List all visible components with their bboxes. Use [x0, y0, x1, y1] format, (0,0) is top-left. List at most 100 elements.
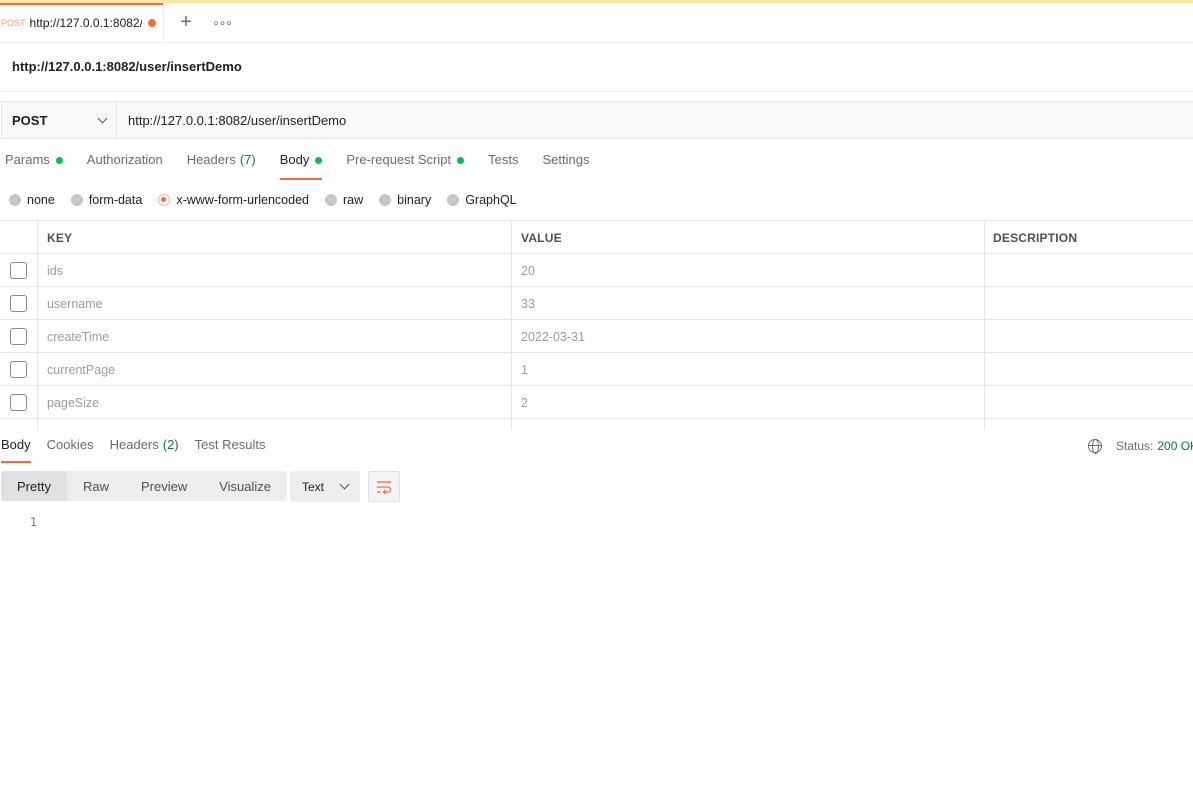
row-checkbox-cell — [0, 353, 37, 386]
radio-label: GraphQL — [465, 193, 517, 207]
format-label: Text — [302, 479, 325, 494]
tab-label: Headers — [109, 437, 159, 452]
checkbox[interactable] — [10, 328, 27, 345]
table-row: pageSize 2 — [0, 386, 1193, 419]
view-mode-raw[interactable]: Raw — [67, 471, 125, 501]
value-cell[interactable]: 20 — [511, 254, 984, 287]
request-tab-bar: POST http://127.0.0.1:8082/user/insertDe… — [0, 3, 1193, 43]
tab-authorization[interactable]: Authorization — [87, 152, 163, 180]
value-cell[interactable]: 2 — [511, 386, 984, 419]
response-status: Status: 200 OK — [1088, 439, 1193, 454]
key-cell[interactable]: createTime — [37, 320, 511, 353]
column-header-value: VALUE — [511, 221, 984, 254]
description-cell[interactable] — [984, 287, 1193, 320]
row-checkbox-cell — [0, 320, 37, 353]
description-cell[interactable] — [984, 254, 1193, 287]
key-cell[interactable]: ids — [37, 254, 511, 287]
radio-label: raw — [343, 193, 364, 207]
method-label: POST — [12, 112, 48, 128]
tab-body[interactable]: Body — [279, 152, 323, 180]
view-mode-preview[interactable]: Preview — [125, 471, 203, 501]
value-cell[interactable]: 2022-03-31 — [511, 320, 984, 353]
table-header-checkbox-cell — [0, 221, 37, 254]
tab-url: http://127.0.0.1:8082/user/insertDemo — [29, 15, 142, 30]
url-input[interactable] — [117, 102, 1193, 138]
key-cell[interactable]: currentPage — [37, 353, 511, 386]
plus-icon[interactable]: + — [166, 3, 206, 42]
format-select[interactable]: Text — [290, 471, 360, 502]
active-dot-icon — [315, 157, 323, 164]
table-row: ids 20 — [0, 254, 1193, 287]
radio-icon — [70, 194, 83, 206]
method-select[interactable]: POST — [2, 102, 117, 138]
request-title[interactable]: http://127.0.0.1:8082/user/insertDemo — [12, 59, 242, 74]
wrap-lines-icon — [377, 480, 392, 494]
description-cell[interactable] — [984, 353, 1193, 386]
radio-icon — [9, 194, 21, 206]
column-header-key: KEY — [37, 221, 511, 254]
description-cell[interactable] — [984, 320, 1193, 353]
key-cell[interactable]: username — [37, 287, 511, 320]
radio-label: none — [27, 193, 55, 207]
view-mode-pretty[interactable]: Pretty — [1, 471, 67, 501]
view-mode-visualize[interactable]: Visualize — [203, 471, 287, 501]
radio-icon — [379, 194, 392, 206]
key-cell[interactable]: pageSize — [37, 386, 511, 419]
row-checkbox-cell — [0, 386, 37, 419]
tab-settings[interactable]: Settings — [542, 152, 589, 180]
tab-pre-request-script[interactable]: Pre-request Script — [346, 152, 465, 180]
checkbox[interactable] — [10, 262, 27, 279]
value-cell[interactable]: 33 — [511, 287, 984, 320]
radio-label: x-www-form-urlencoded — [176, 193, 309, 207]
checkbox[interactable] — [10, 295, 27, 312]
table-header-row: KEY VALUE DESCRIPTION — [0, 221, 1193, 254]
tab-count: (7) — [239, 152, 256, 167]
description-cell[interactable] — [984, 386, 1193, 419]
radio-label: form-data — [88, 193, 143, 207]
active-dot-icon — [457, 157, 465, 164]
status-value[interactable]: 200 OK — [1157, 439, 1193, 453]
checkbox[interactable] — [10, 394, 27, 411]
body-type-raw[interactable]: raw — [325, 193, 363, 207]
tab-tests[interactable]: Tests — [488, 152, 518, 180]
table-row-partial — [0, 419, 1193, 430]
request-tab[interactable]: POST http://127.0.0.1:8082/user/insertDe… — [0, 3, 164, 42]
response-tab-cookies[interactable]: Cookies — [47, 437, 94, 463]
tab-label: Body — [279, 152, 310, 167]
row-checkbox-cell — [0, 287, 37, 320]
tab-label: Test Results — [194, 437, 266, 452]
radio-label: binary — [397, 193, 432, 207]
globe-icon[interactable] — [1088, 439, 1102, 454]
body-type-graphql[interactable]: GraphQL — [447, 193, 517, 207]
tab-label: Params — [5, 152, 50, 167]
body-type-form-data[interactable]: form-data — [70, 193, 143, 207]
chevron-down-icon — [339, 479, 350, 490]
value-cell[interactable]: 1 — [511, 353, 984, 386]
body-type-binary[interactable]: binary — [379, 193, 431, 207]
more-icon[interactable]: ∘∘∘ — [206, 3, 238, 42]
wrap-lines-button[interactable] — [368, 471, 400, 502]
key-cell[interactable] — [37, 419, 511, 430]
tab-label: Settings — [542, 152, 590, 167]
body-type-x-www-form-urlencoded[interactable]: x-www-form-urlencoded — [158, 193, 309, 207]
checkbox[interactable] — [10, 361, 27, 378]
tab-label: Headers — [186, 152, 236, 167]
chevron-down-icon — [97, 113, 108, 123]
description-cell[interactable] — [984, 419, 1193, 430]
tab-label: Authorization — [86, 152, 163, 167]
tab-method: POST — [1, 17, 26, 28]
radio-icon — [325, 194, 337, 206]
params-table: KEY VALUE DESCRIPTION ids 20 username 33… — [0, 220, 1193, 430]
response-tab-headers[interactable]: Headers (2) — [110, 437, 179, 463]
view-mode-segmented-control: Pretty Raw Preview Visualize — [1, 471, 288, 501]
response-tab-test-results[interactable]: Test Results — [195, 437, 266, 463]
body-type-none[interactable]: none — [9, 193, 55, 207]
request-tabs: Params Authorization Headers (7) Body Pr… — [5, 152, 613, 180]
tab-label: Cookies — [46, 437, 94, 452]
tab-params[interactable]: Params — [5, 152, 63, 180]
tab-headers[interactable]: Headers (7) — [187, 152, 256, 180]
row-checkbox-cell — [0, 254, 37, 287]
body-type-radio-group: none form-data x-www-form-urlencoded raw… — [9, 192, 533, 208]
response-tab-body[interactable]: Body — [1, 437, 31, 463]
value-cell[interactable] — [511, 419, 984, 430]
